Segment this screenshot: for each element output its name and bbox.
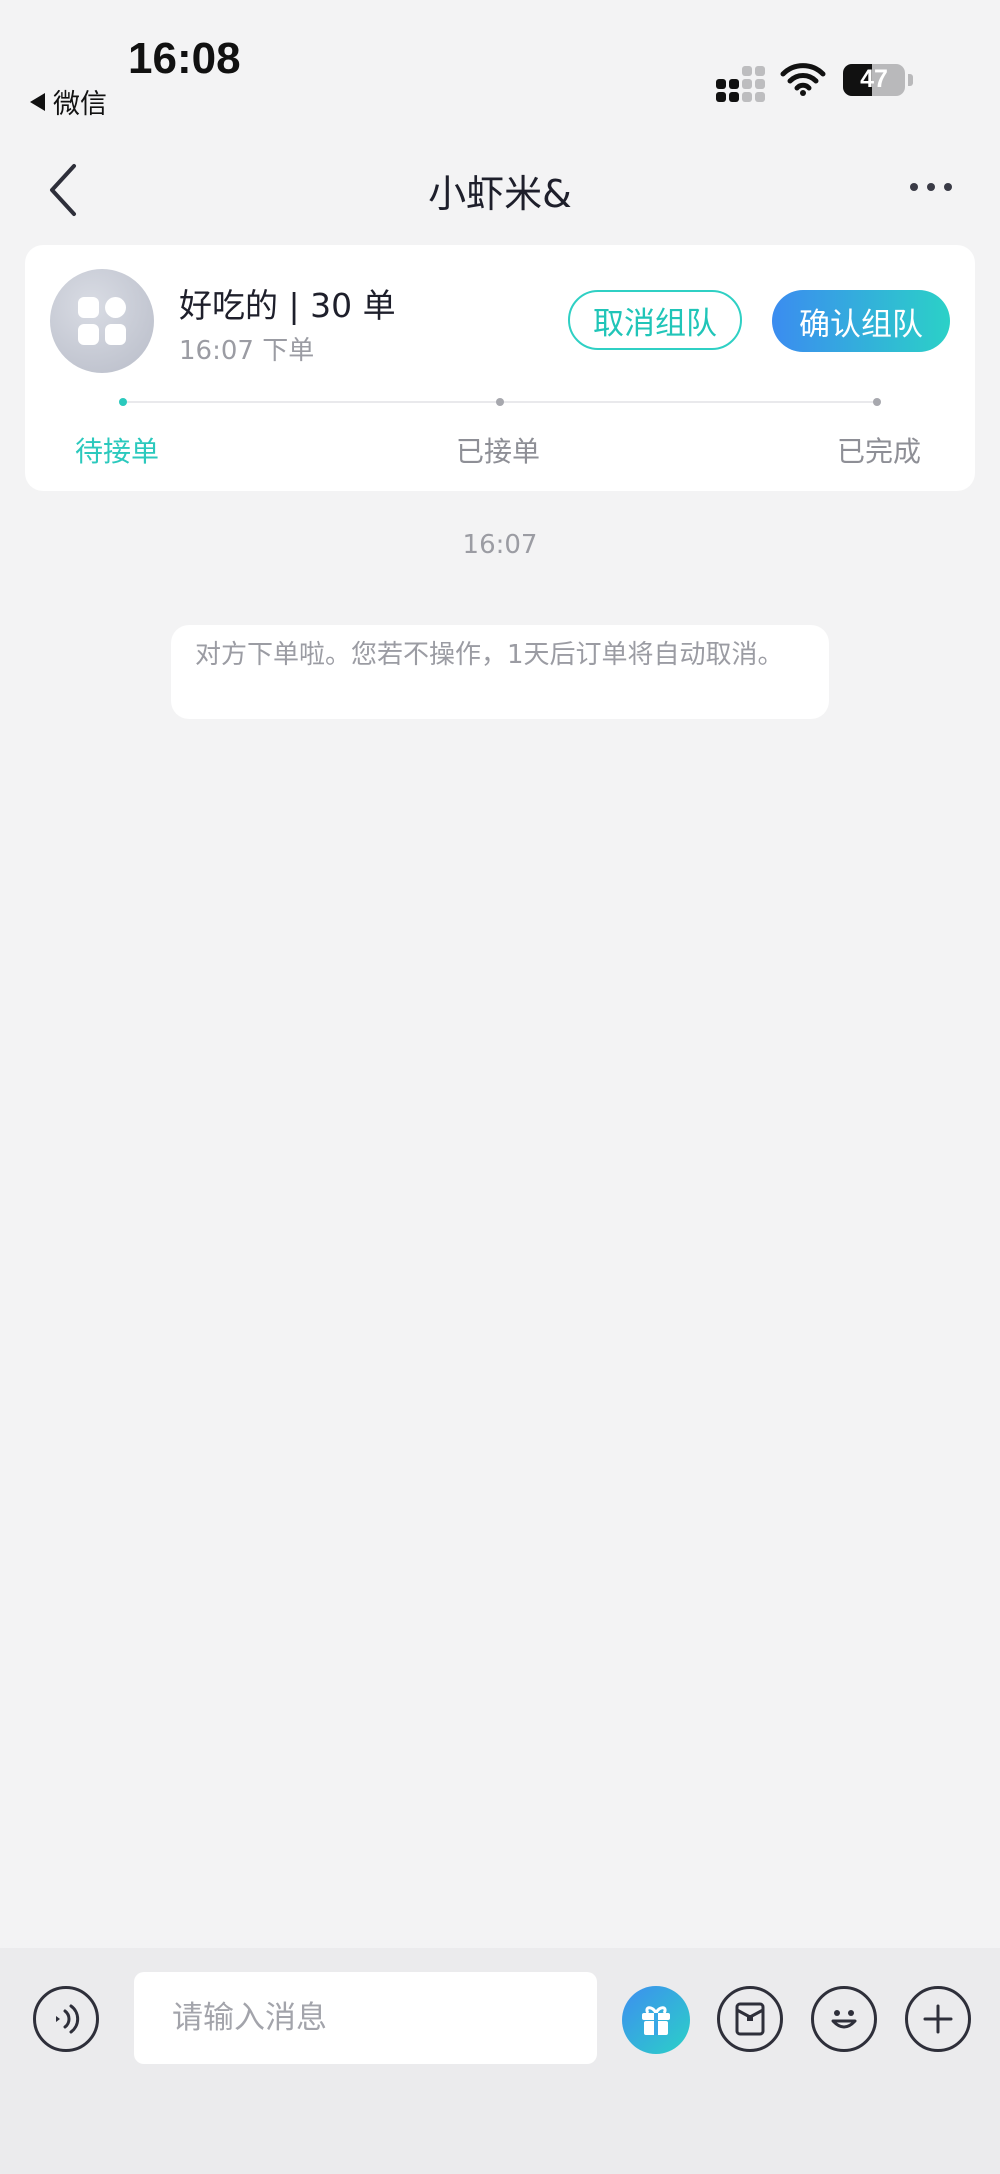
box-icon [735,2002,765,2036]
box-button[interactable] [717,1986,783,2052]
chat-page: 16:08 微信 47 小虾米& 好吃的 | 30 单 16:07 下单 取消组… [0,0,1000,2174]
system-message: 对方下单啦。您若不操作，1天后订单将自动取消。 [171,625,829,719]
gift-icon [642,2006,670,2035]
emoji-button[interactable] [811,1986,877,2052]
step-dot-completed [873,398,881,406]
battery-cap [908,74,913,86]
more-menu-icon[interactable] [910,183,952,191]
plus-button[interactable] [905,1986,971,2052]
message-input[interactable] [134,1972,597,2064]
wifi-icon [780,63,826,96]
cellular-signal-icon [716,66,765,102]
battery-icon: 47 [843,64,905,96]
order-card: 好吃的 | 30 单 16:07 下单 取消组队 确认组队 待接单 已接单 已完… [25,245,975,491]
back-to-app-link[interactable]: 微信 [30,82,107,121]
avatar[interactable] [50,269,154,373]
step-label-completed: 已完成 [837,435,922,468]
gift-button[interactable] [622,1986,690,2054]
step-dot-accepted [496,398,504,406]
step-dot-pending [119,398,127,406]
emoji-icon [831,2010,857,2029]
voice-icon [56,2004,80,2034]
order-time: 16:07 下单 [179,336,315,366]
app-grid-icon [78,297,126,345]
confirm-team-button[interactable]: 确认组队 [772,290,950,352]
battery-level: 47 [860,65,888,93]
plus-icon [923,2004,953,2034]
voice-button[interactable] [33,1986,99,2052]
page-title: 小虾米& [428,172,572,216]
step-label-pending: 待接单 [75,435,160,468]
back-triangle-icon [30,92,45,111]
back-app-label: 微信 [53,89,107,120]
chat-timestamp: 16:07 [462,530,538,560]
order-title: 好吃的 | 30 单 [179,286,396,325]
status-time: 16:08 [128,34,241,83]
step-label-accepted: 已接单 [456,435,541,468]
cancel-team-button[interactable]: 取消组队 [568,290,742,350]
